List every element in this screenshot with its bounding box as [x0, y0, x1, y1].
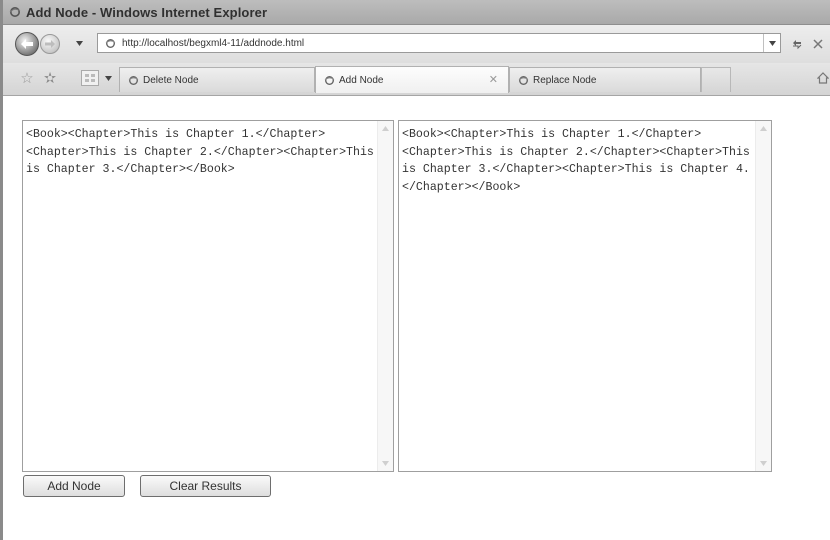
page-icon	[104, 37, 116, 49]
back-arrow-icon	[21, 39, 33, 49]
recent-pages-dropdown[interactable]	[74, 38, 84, 48]
tab-replace-node[interactable]: Replace Node	[509, 67, 701, 92]
add-node-button[interactable]: Add Node	[23, 475, 125, 497]
ie-icon	[518, 75, 529, 85]
forward-arrow-icon	[45, 40, 55, 48]
quick-tabs-icon	[85, 74, 95, 82]
add-favorites-button[interactable]: ✫	[41, 69, 59, 87]
stop-button[interactable]	[809, 35, 827, 53]
chevron-down-icon	[768, 40, 776, 46]
result-xml-textarea[interactable]: <Book><Chapter>This is Chapter 1.</Chapt…	[398, 120, 772, 472]
chevron-down-icon	[75, 40, 83, 46]
tab-label: Replace Node	[533, 74, 597, 86]
tab-label: Add Node	[339, 74, 384, 86]
ie-icon	[324, 75, 335, 85]
tab-delete-node[interactable]: Delete Node	[119, 67, 315, 92]
tab-add-node[interactable]: Add Node ✕	[315, 66, 509, 93]
quick-tabs-button[interactable]	[81, 70, 99, 86]
new-tab-button[interactable]	[701, 67, 731, 92]
tab-list-dropdown[interactable]	[104, 74, 112, 82]
home-button[interactable]	[815, 69, 830, 87]
browser-window: Add Node - Windows Internet Explorer htt…	[0, 0, 830, 540]
ie-icon	[9, 6, 21, 18]
star-icon: ☆	[20, 70, 34, 87]
tab-bar: ☆ ✫ Delete Node Add Node ✕ Replace Node	[3, 63, 830, 96]
favorites-button[interactable]: ☆	[18, 69, 36, 87]
chevron-down-icon	[104, 75, 112, 81]
address-dropdown[interactable]	[763, 34, 780, 52]
close-icon[interactable]: ✕	[489, 73, 498, 86]
window-title: Add Node - Windows Internet Explorer	[26, 4, 268, 20]
ie-icon	[128, 75, 139, 85]
address-input[interactable]	[122, 37, 702, 49]
stop-icon	[813, 39, 823, 49]
refresh-icon	[793, 40, 802, 50]
add-star-icon: ✫	[43, 70, 57, 87]
page-content: <Book><Chapter>This is Chapter 1.</Chapt…	[6, 96, 830, 540]
forward-button[interactable]	[40, 34, 60, 54]
original-xml-textarea[interactable]: <Book><Chapter>This is Chapter 1.</Chapt…	[22, 120, 394, 472]
navigation-bar	[3, 25, 830, 63]
title-bar: Add Node - Windows Internet Explorer	[3, 0, 830, 25]
back-button[interactable]	[15, 32, 39, 56]
clear-results-button[interactable]: Clear Results	[140, 475, 271, 497]
tab-label: Delete Node	[143, 74, 199, 86]
home-icon	[817, 72, 829, 84]
address-bar	[97, 33, 781, 53]
refresh-button[interactable]	[788, 35, 806, 53]
